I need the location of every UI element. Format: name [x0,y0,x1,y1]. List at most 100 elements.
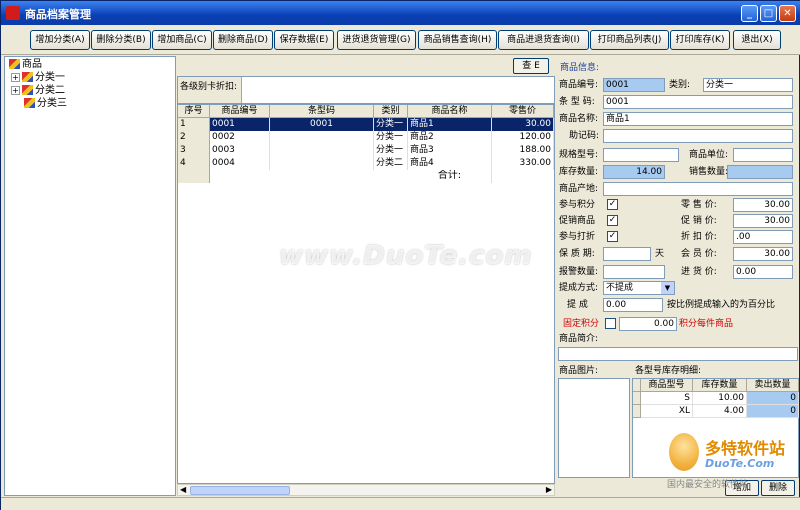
col-barcode[interactable]: 条型码 [270,105,374,118]
chevron-down-icon[interactable]: ▼ [661,282,674,294]
warranty-field[interactable] [603,247,651,261]
col-category[interactable]: 类别 [374,105,408,118]
minimize-icon[interactable]: _ [741,5,758,22]
col-sold-qty[interactable]: 卖出数量 [747,379,799,392]
category-tree[interactable]: 商品 + 分类一 + 分类二 分类三 [4,56,176,496]
close-icon[interactable]: ✕ [779,5,796,22]
barcode-label: 条 型 码: [559,97,595,107]
points-label: 参与积分 [559,200,596,210]
sold-cell: 0 [747,405,799,418]
sales-query-button[interactable]: 商品销售查询(H) [418,30,497,50]
add-product-button[interactable]: 增加商品(C) [152,30,212,50]
table-row[interactable]: 4 0004 分类二 商品4 330.00 [178,157,554,170]
discount-price-field[interactable]: .00 [733,230,793,244]
col-price[interactable]: 零售价 [492,105,554,118]
model-cell: XL [641,405,693,418]
maximize-icon[interactable]: □ [760,5,777,22]
horizontal-scrollbar[interactable]: ◀ ▶ [177,484,555,496]
product-grid[interactable]: 序号 商品编号 条型码 类别 商品名称 零售价 1 0001 0001 分类一 … [177,104,555,484]
category-icon [22,72,33,82]
add-category-button[interactable]: 增加分类(A) [30,30,90,50]
points-checkbox[interactable]: ✓ [607,199,618,210]
col-stock-qty[interactable]: 库存数量 [693,379,747,392]
qty-cell: 10.00 [693,392,747,405]
picture-label: 商品图片: [559,366,599,376]
mnemonic-field[interactable] [603,129,793,143]
alarm-field[interactable] [603,265,665,279]
tree-item-category-3[interactable]: 分类三 [22,97,67,110]
scroll-left-icon[interactable]: ◀ [180,485,186,494]
sold-label: 销售数量: [689,167,729,177]
title-bar: 商品档案管理 _ □ ✕ [1,1,800,25]
table-row[interactable]: 2 0002 分类一 商品2 120.00 [178,131,554,144]
mnemonic-label: 助记码: [569,131,600,141]
total-row: 合计: [178,170,554,183]
purchase-price-field[interactable]: 0.00 [733,265,793,279]
logo-brand: DuoTe.Com [705,457,775,470]
commission-note: 按比例提成输入的为百分比 [667,300,776,310]
commission-label: 提 成 [567,300,588,310]
commission-mode-label: 提成方式: [559,283,599,293]
tree-root[interactable]: 商品 [7,58,42,71]
table-row[interactable]: 3 0003 分类一 商品3 188.00 [178,144,554,157]
scroll-thumb[interactable] [190,486,290,495]
col-index[interactable]: 序号 [178,105,210,118]
intro-field[interactable] [558,347,798,361]
toolbar: 增加分类(A) 删除分类(B) 增加商品(C) 删除商品(D) 保存数据(E) … [1,25,800,55]
warranty-label: 保 质 期: [559,249,595,259]
promo-price-field[interactable]: 30.00 [733,214,793,228]
member-price-field[interactable]: 30.00 [733,247,793,261]
retail-label: 零 售 价: [681,200,717,210]
purchase-return-button[interactable]: 进货退货管理(G) [337,30,416,50]
exit-button[interactable]: 退出(X) [733,30,781,50]
commission-field[interactable]: 0.00 [603,298,663,312]
sold-field[interactable] [727,165,793,179]
discount-checkbox[interactable]: ✓ [607,231,618,242]
total-label: 合计: [408,170,492,183]
col-model[interactable]: 商品型号 [641,379,693,392]
delete-category-button[interactable]: 删除分类(B) [91,30,151,50]
intro-label: 商品简介: [559,334,599,344]
category-icon [24,98,35,108]
discount-label: 参与打折 [559,232,596,242]
promo-checkbox[interactable]: ✓ [607,215,618,226]
query-button[interactable]: 查 E [513,58,549,74]
code-field[interactable]: 0001 [603,78,665,92]
code-label: 商品编号: [559,80,599,90]
sold-cell: 0 [747,392,799,405]
main-window: 商品档案管理 _ □ ✕ 增加分类(A) 删除分类(B) 增加商品(C) 删除商… [0,0,800,510]
product-picture[interactable] [558,378,630,478]
col-code[interactable]: 商品编号 [210,105,270,118]
print-stock-button[interactable]: 打印库存(K) [670,30,730,50]
model-cell: S [641,392,693,405]
fixed-points-field[interactable]: 0.00 [619,317,677,331]
stock-label: 库存数量: [559,167,599,177]
col-name[interactable]: 商品名称 [408,105,492,118]
name-field[interactable]: 商品1 [603,112,793,126]
delete-product-button[interactable]: 删除商品(D) [213,30,273,50]
scroll-right-icon[interactable]: ▶ [546,485,552,494]
corner-logo: 多特软件站 DuoTe.Com 国内最安全的软件站 [661,431,800,493]
alarm-label: 报警数量: [559,267,599,277]
barcode-field[interactable]: 0001 [603,95,793,109]
table-row[interactable]: 1 0001 0001 分类一 商品1 30.00 [178,118,554,131]
discount-filter: 各级别卡折扣: [177,76,555,104]
fixed-points-note: 积分每件商品 [679,319,734,329]
name-label: 商品名称: [559,114,599,124]
expand-icon[interactable]: + [11,72,20,82]
retail-price-field[interactable]: 30.00 [733,198,793,212]
unit-field[interactable] [733,148,793,162]
origin-field[interactable] [603,182,793,196]
commission-mode-select[interactable]: 不提成 ▼ [603,281,675,295]
tree-item-category-2[interactable]: + 分类二 [11,84,65,97]
tree-item-category-1[interactable]: + 分类一 [11,71,65,84]
stock-field[interactable]: 14.00 [603,165,665,179]
fixed-points-checkbox[interactable] [605,318,616,329]
purchase-query-button[interactable]: 商品进退货查询(I) [498,30,589,50]
save-data-button[interactable]: 保存数据(E) [274,30,334,50]
print-list-button[interactable]: 打印商品列表(J) [590,30,669,50]
spec-field[interactable] [603,148,679,162]
expand-icon[interactable]: + [11,85,20,95]
mascot-icon [669,433,699,471]
category-field[interactable]: 分类一 [703,78,793,92]
